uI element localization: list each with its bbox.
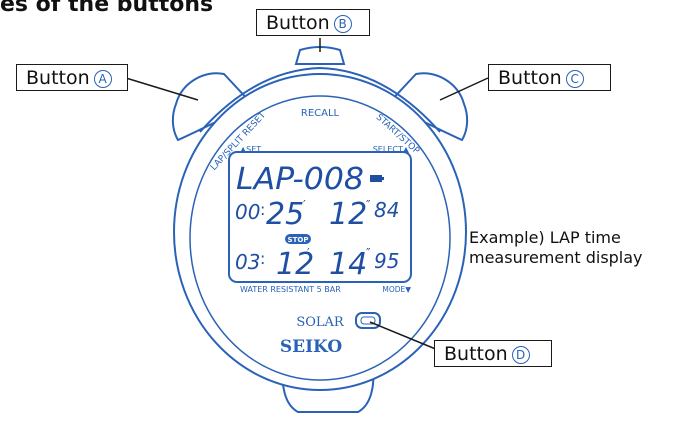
callout-button-a: Button A — [16, 64, 128, 91]
example-caption: Example) LAP time measurement display — [469, 228, 643, 268]
marker-b-icon: B — [333, 15, 352, 33]
lcd-row3-hours: 03 — [235, 250, 260, 274]
callout-a-label: Button — [26, 67, 90, 89]
bezel-recall: RECALL — [301, 108, 340, 119]
button-d-shape[interactable] — [355, 312, 381, 329]
lcd-row2-minutes: 25 — [266, 197, 304, 232]
bezel-mode: MODE▼ — [382, 285, 411, 294]
lcd-row3-centis: 95 — [374, 249, 399, 273]
seiko-logo: SEIKO — [280, 337, 343, 357]
callout-c-label: Button — [498, 67, 562, 89]
callout-button-b: Button B — [256, 9, 370, 36]
lcd-row-lap: LAP-008 — [236, 162, 364, 197]
battery-tip — [382, 177, 384, 180]
marker-d-icon: D — [511, 346, 530, 364]
callout-button-d: Button D — [434, 340, 552, 367]
lcd-row3-seconds: 14 — [329, 247, 367, 282]
page-heading: es of the buttons — [0, 0, 214, 17]
battery-icon — [370, 175, 382, 182]
example-line-2: measurement display — [469, 248, 643, 267]
lcd-row2-centis: 84 — [374, 198, 399, 222]
stop-badge-label: STOP — [288, 236, 309, 244]
lcd-row3-dprime: ″ — [366, 246, 371, 260]
lcd-row2-seconds: 12 — [329, 197, 367, 232]
lcd-row3-prime: ′ — [307, 246, 310, 260]
example-line-1: Example) LAP time — [469, 228, 621, 247]
lcd-row2-dprime: ″ — [366, 198, 371, 212]
lcd-row2-colon: : — [260, 200, 265, 219]
diagram-canvas: RECALL LAP/SPLIT RESET START/STOP ▲SET S… — [0, 0, 691, 419]
bezel-select: SELECT▲ — [373, 145, 410, 154]
callout-d-label: Button — [444, 343, 508, 365]
lcd-row3-colon: : — [260, 249, 265, 268]
lcd-row2-prime: ′ — [303, 198, 306, 212]
callout-button-c: Button C — [488, 64, 611, 91]
bezel-set: ▲SET — [240, 145, 261, 154]
bezel-water-resistant: WATER RESISTANT 5 BAR — [240, 285, 341, 294]
marker-a-icon: A — [93, 70, 112, 88]
stopwatch-drawing: RECALL LAP/SPLIT RESET START/STOP ▲SET S… — [125, 38, 489, 413]
solar-label: SOLAR — [296, 315, 345, 330]
marker-c-icon: C — [565, 70, 584, 88]
callout-b-label: Button — [266, 12, 330, 34]
lcd-row2-hours: 00 — [235, 200, 260, 224]
